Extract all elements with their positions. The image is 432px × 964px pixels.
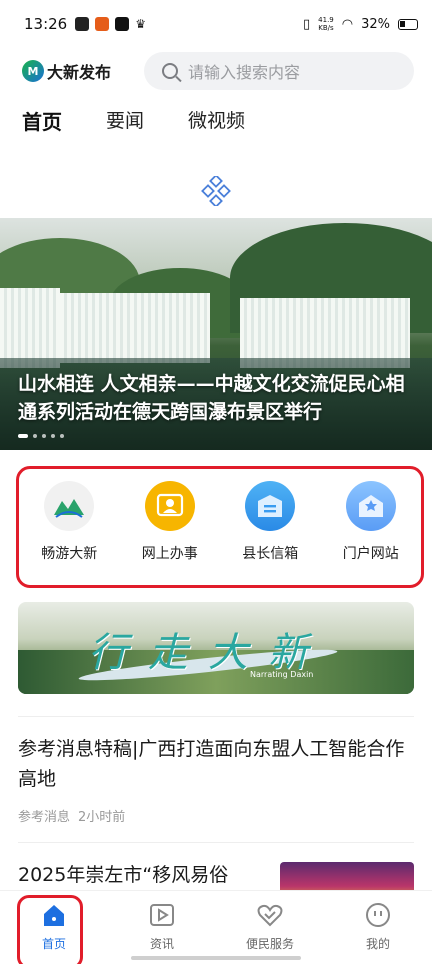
loading-icon — [201, 176, 231, 206]
nav-mine[interactable]: 我的 — [338, 901, 418, 952]
landscape-logo-icon — [44, 481, 95, 531]
pagination-dot — [42, 434, 46, 438]
shortcut-label: 县长信箱 — [242, 546, 299, 562]
crown-icon: ♛ — [135, 17, 146, 31]
battery-percent: 32% — [361, 16, 390, 32]
status-time: 13:26 — [24, 15, 68, 33]
tiktok-icon — [115, 17, 130, 31]
wifi-icon: ◠ — [341, 16, 354, 32]
video-play-icon — [148, 901, 176, 929]
news-banner[interactable]: 山水相连 人文相亲——中越文化交流促民心相通系列活动在德天跨国瀑布景区举行 — [0, 218, 432, 450]
banner-title: 山水相连 人文相亲——中越文化交流促民心相通系列活动在德天跨国瀑布景区举行 — [18, 373, 405, 423]
portal-house-icon — [345, 481, 396, 531]
search-bar[interactable]: 请输入搜索内容 — [144, 52, 414, 90]
divider — [18, 842, 414, 843]
status-right: ▯ 41.9 KB/s ◠ 32% — [303, 16, 418, 32]
shortcut-portal-site[interactable]: 门户网站 — [326, 481, 416, 563]
divider — [18, 716, 414, 717]
pagination-dot — [60, 434, 64, 438]
shortcut-tour-daxin[interactable]: 畅游大新 — [24, 481, 114, 563]
app-notification-icon — [95, 17, 110, 31]
pagination-dot — [51, 434, 55, 438]
pagination-dot — [33, 434, 37, 438]
person-card-icon — [144, 481, 195, 531]
search-icon — [162, 63, 178, 79]
tab-micro-video[interactable]: 微视频 — [188, 106, 245, 135]
news-time: 2小时前 — [78, 810, 126, 825]
net-speed: 41.9 KB/s — [318, 16, 334, 32]
promo-subtitle: Narrating Daxin — [250, 670, 314, 679]
status-bar: 13:26 ♛ ▯ 41.9 KB/s ◠ 32% — [0, 0, 432, 48]
bottom-nav: 首页 资讯 便民服务 我的 — [0, 890, 432, 964]
tab-home[interactable]: 首页 — [22, 106, 62, 135]
nav-label: 便民服务 — [245, 937, 294, 951]
shortcut-grid: 畅游大新 网上办事 县长信箱 门户网站 — [16, 466, 424, 588]
nav-label: 资讯 — [149, 937, 174, 951]
notification-icons: ♛ — [75, 17, 149, 31]
nav-highlight — [17, 895, 83, 964]
nav-home[interactable]: 首页 — [14, 895, 94, 964]
shortcut-county-mailbox[interactable]: 县长信箱 — [225, 481, 315, 563]
brand-name: 大新发布 — [47, 63, 112, 82]
news-title: 参考消息特稿|广西打造面向东盟人工智能合作高地 — [18, 738, 405, 790]
smiley-face-icon — [364, 901, 392, 929]
app-screen: 13:26 ♛ ▯ 41.9 KB/s ◠ 32% M 大新发布 请输入搜索内容 … — [0, 0, 432, 964]
nav-info[interactable]: 资讯 — [122, 901, 202, 952]
shortcut-label: 网上办事 — [141, 546, 198, 562]
banner-bg — [0, 288, 60, 368]
promo-banner[interactable]: 行走大新 Narrating Daxin — [18, 602, 414, 694]
mailbox-icon — [245, 481, 296, 531]
app-notification-icon — [75, 17, 90, 31]
search-placeholder: 请输入搜索内容 — [188, 63, 301, 82]
news-source: 参考消息 — [18, 810, 71, 825]
tab-news[interactable]: 要闻 — [106, 106, 144, 135]
battery-icon — [398, 18, 418, 30]
brand-logo-icon: M — [22, 60, 44, 82]
nav-label: 我的 — [365, 937, 390, 951]
banner-pagination — [18, 434, 64, 438]
home-indicator[interactable] — [131, 956, 301, 960]
news-item[interactable]: 参考消息特稿|广西打造面向东盟人工智能合作高地 参考消息 2小时前 — [18, 734, 414, 825]
nav-services[interactable]: 便民服务 — [230, 901, 310, 952]
shortcut-label: 门户网站 — [342, 546, 399, 562]
brand-logo[interactable]: M 大新发布 — [22, 59, 111, 83]
heart-handshake-icon — [256, 901, 284, 929]
header: M 大新发布 请输入搜索内容 — [0, 50, 432, 92]
shortcut-online-service[interactable]: 网上办事 — [125, 481, 215, 563]
news-title: 2025年崇左市“移风易俗 — [18, 864, 229, 886]
banner-bg — [60, 293, 210, 363]
vibrate-icon: ▯ — [303, 16, 311, 32]
pagination-dot — [18, 434, 28, 438]
news-meta: 参考消息 2小时前 — [18, 806, 414, 825]
channel-tabs: 首页 要闻 微视频 — [22, 106, 245, 135]
shortcut-label: 畅游大新 — [41, 546, 98, 562]
